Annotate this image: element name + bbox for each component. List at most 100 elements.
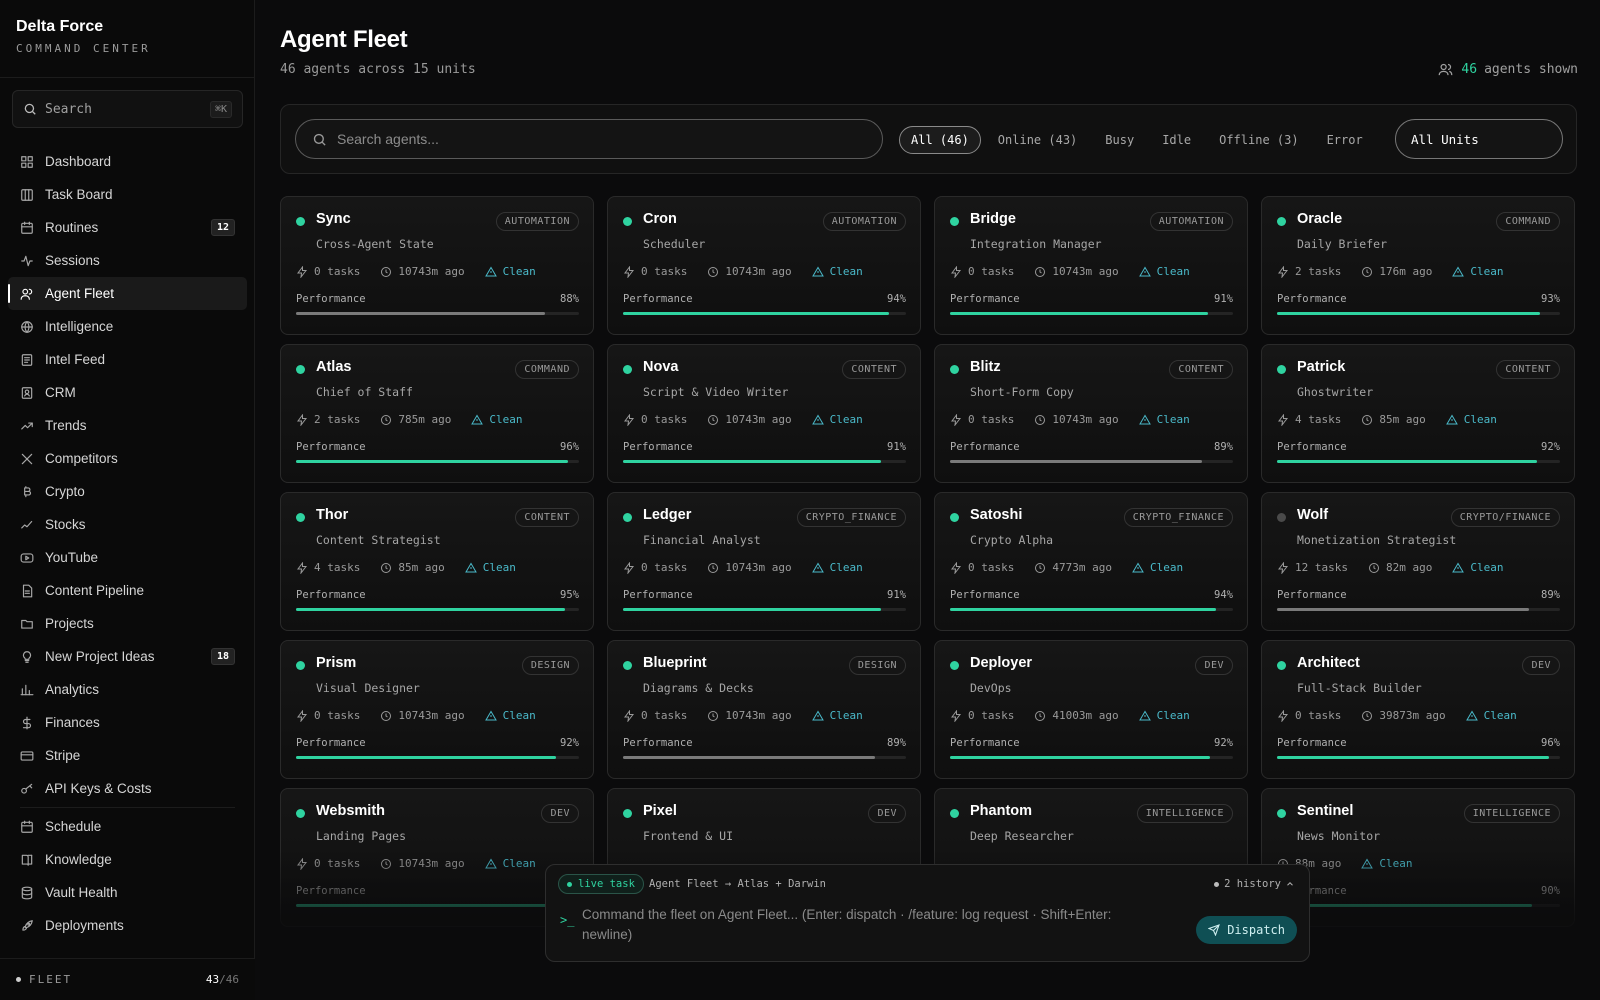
agent-card-architect[interactable]: Architect DEV Full-Stack Builder 0 tasks 398…	[1261, 640, 1575, 779]
warning-icon	[484, 266, 497, 276]
sidebar-item-content-pipeline[interactable]: Content Pipeline	[8, 574, 247, 607]
sidebar-item-sessions[interactable]: Sessions	[8, 244, 247, 277]
health-status-text: Clean	[502, 709, 536, 722]
agent-card-blueprint[interactable]: Blueprint DESIGN Diagrams & Decks 0 tasks 10…	[607, 640, 921, 779]
health-status-text: Clean	[1470, 265, 1504, 278]
fleet-online-count: 43/46	[206, 973, 239, 986]
history-toggle[interactable]: 2 history	[1214, 878, 1295, 890]
sidebar-item-stocks[interactable]: Stocks	[8, 508, 247, 541]
bolt-icon	[951, 561, 962, 574]
sidebar-item-youtube[interactable]: YouTube	[8, 541, 247, 574]
agent-card-ledger[interactable]: Ledger CRYPTO_FINANCE Financial Analyst 0 t…	[607, 492, 921, 631]
sidebar-item-knowledge[interactable]: Knowledge	[8, 843, 247, 876]
performance-bar	[623, 608, 881, 611]
agent-card-sync[interactable]: Sync AUTOMATION Cross-Agent State 0 tasks 10…	[280, 196, 594, 335]
agent-card-cron[interactable]: Cron AUTOMATION Scheduler 0 tasks 10743m ago…	[607, 196, 921, 335]
agent-card-nova[interactable]: Nova CONTENT Script & Video Writer 0 tasks 1…	[607, 344, 921, 483]
sidebar-item-deployments[interactable]: Deployments	[8, 909, 247, 942]
command-input[interactable]: Command the fleet on Agent Fleet... (Ent…	[582, 905, 1152, 945]
bolt-icon	[1278, 413, 1289, 426]
filter-chip-idle[interactable]: Idle	[1151, 127, 1202, 153]
agent-meta: 0 tasks 10743m ago Clean	[950, 413, 1210, 426]
agent-card-blitz[interactable]: Blitz CONTENT Short-Form Copy 0 tasks 10743m…	[934, 344, 1248, 483]
performance-bar	[950, 460, 1202, 463]
sidebar-item-intel-feed[interactable]: Intel Feed	[8, 343, 247, 376]
rocket-icon	[20, 919, 34, 933]
filter-chip-offline[interactable]: Offline (3)	[1208, 127, 1309, 153]
agent-meta: 0 tasks 4773m ago Clean	[950, 561, 1203, 574]
agent-card-satoshi[interactable]: Satoshi CRYPTO_FINANCE Crypto Alpha 0 tasks…	[934, 492, 1248, 631]
sidebar-item-task-board[interactable]: Task Board	[8, 178, 247, 211]
agent-role: News Monitor	[1297, 829, 1381, 843]
performance-value: 88%	[560, 293, 579, 305]
task-count: 0 tasks	[1277, 709, 1341, 722]
sidebar-item-crm[interactable]: CRM	[8, 376, 247, 409]
dollar-icon	[20, 716, 34, 730]
sidebar-item-label: Finances	[45, 715, 100, 730]
health-status-text: Clean	[1483, 709, 1517, 722]
sidebar-item-api-keys-costs[interactable]: API Keys & Costs	[8, 772, 247, 805]
performance-track	[623, 312, 906, 315]
health-status-text: Clean	[829, 413, 863, 426]
sidebar-item-vault-health[interactable]: Vault Health	[8, 876, 247, 909]
sidebar-item-intelligence[interactable]: Intelligence	[8, 310, 247, 343]
health-status: Clean	[1138, 265, 1190, 278]
sidebar-item-projects[interactable]: Projects	[8, 607, 247, 640]
sidebar-item-trends[interactable]: Trends	[8, 409, 247, 442]
agent-name: Prism	[316, 655, 357, 671]
warning-icon	[484, 710, 497, 720]
performance-bar	[296, 608, 565, 611]
task-count: 0 tasks	[950, 561, 1014, 574]
sidebar-item-dashboard[interactable]: Dashboard	[8, 145, 247, 178]
performance-label: Performance	[1277, 293, 1347, 305]
sidebar-item-label: Projects	[45, 616, 94, 631]
filter-chip-all[interactable]: All (46)	[899, 126, 981, 154]
bitcoin-icon	[20, 485, 34, 499]
sidebar-item-schedule[interactable]: Schedule	[8, 810, 247, 843]
bolt-icon	[1278, 265, 1289, 278]
health-status: Clean	[1132, 561, 1183, 574]
sidebar-item-crypto[interactable]: Crypto	[8, 475, 247, 508]
agent-card-prism[interactable]: Prism DESIGN Visual Designer 0 tasks 10743m …	[280, 640, 594, 779]
search-icon	[313, 133, 326, 146]
unit-tag: DEV	[1522, 656, 1560, 675]
sidebar-item-routines[interactable]: Routines 12	[8, 211, 247, 244]
warning-icon	[811, 266, 824, 276]
filter-chip-busy[interactable]: Busy	[1094, 127, 1145, 153]
agent-card-patrick[interactable]: Patrick CONTENT Ghostwriter 4 tasks 85m ago C…	[1261, 344, 1575, 483]
health-status: Clean	[1465, 709, 1517, 722]
agent-card-oracle[interactable]: Oracle COMMAND Daily Briefer 2 tasks 176m ag…	[1261, 196, 1575, 335]
agent-card-wolf[interactable]: Wolf CRYPTO/FINANCE Monetization Strategis…	[1261, 492, 1575, 631]
live-task-badge[interactable]: live task	[558, 874, 644, 894]
dispatch-button[interactable]: Dispatch	[1196, 916, 1297, 944]
brand[interactable]: Delta Force COMMAND CENTER	[16, 18, 151, 55]
task-count: 0 tasks	[296, 265, 360, 278]
sidebar-item-competitors[interactable]: Competitors	[8, 442, 247, 475]
agent-role: Frontend & UI	[643, 829, 734, 843]
sidebar-search[interactable]: Search ⌘K	[12, 90, 243, 128]
sidebar-item-new-project-ideas[interactable]: New Project Ideas 18	[8, 640, 247, 673]
unit-tag: INTELLIGENCE	[1463, 804, 1560, 823]
sidebar-item-agent-fleet[interactable]: Agent Fleet	[8, 277, 247, 310]
dashboard-icon	[20, 155, 34, 169]
warning-icon	[1452, 266, 1465, 276]
filter-chip-online[interactable]: Online (43)	[987, 127, 1088, 153]
units-select[interactable]: All Units	[1395, 119, 1563, 159]
sidebar-item-analytics[interactable]: Analytics	[8, 673, 247, 706]
agent-card-deployer[interactable]: Deployer DEV DevOps 0 tasks 41003m ago Clean P…	[934, 640, 1248, 779]
agent-card-atlas[interactable]: Atlas COMMAND Chief of Staff 2 tasks 785m ag…	[280, 344, 594, 483]
terminal-prompt-icon: >_	[560, 913, 575, 927]
sidebar-item-stripe[interactable]: Stripe	[8, 739, 247, 772]
clock-icon	[1362, 266, 1373, 277]
agent-card-thor[interactable]: Thor CONTENT Content Strategist 4 tasks 85m …	[280, 492, 594, 631]
agent-card-bridge[interactable]: Bridge AUTOMATION Integration Manager 0 tas…	[934, 196, 1248, 335]
performance-bar	[950, 756, 1211, 759]
agent-meta: 0 tasks 41003m ago Clean	[950, 709, 1210, 722]
agent-role: DevOps	[970, 681, 1012, 695]
task-count-text: 0 tasks	[968, 709, 1015, 722]
agent-search-input[interactable]: Search agents...	[295, 119, 883, 159]
bolt-icon	[951, 709, 962, 722]
filter-chip-error[interactable]: Error	[1316, 127, 1374, 153]
sidebar-item-finances[interactable]: Finances	[8, 706, 247, 739]
status-dot	[950, 217, 959, 226]
